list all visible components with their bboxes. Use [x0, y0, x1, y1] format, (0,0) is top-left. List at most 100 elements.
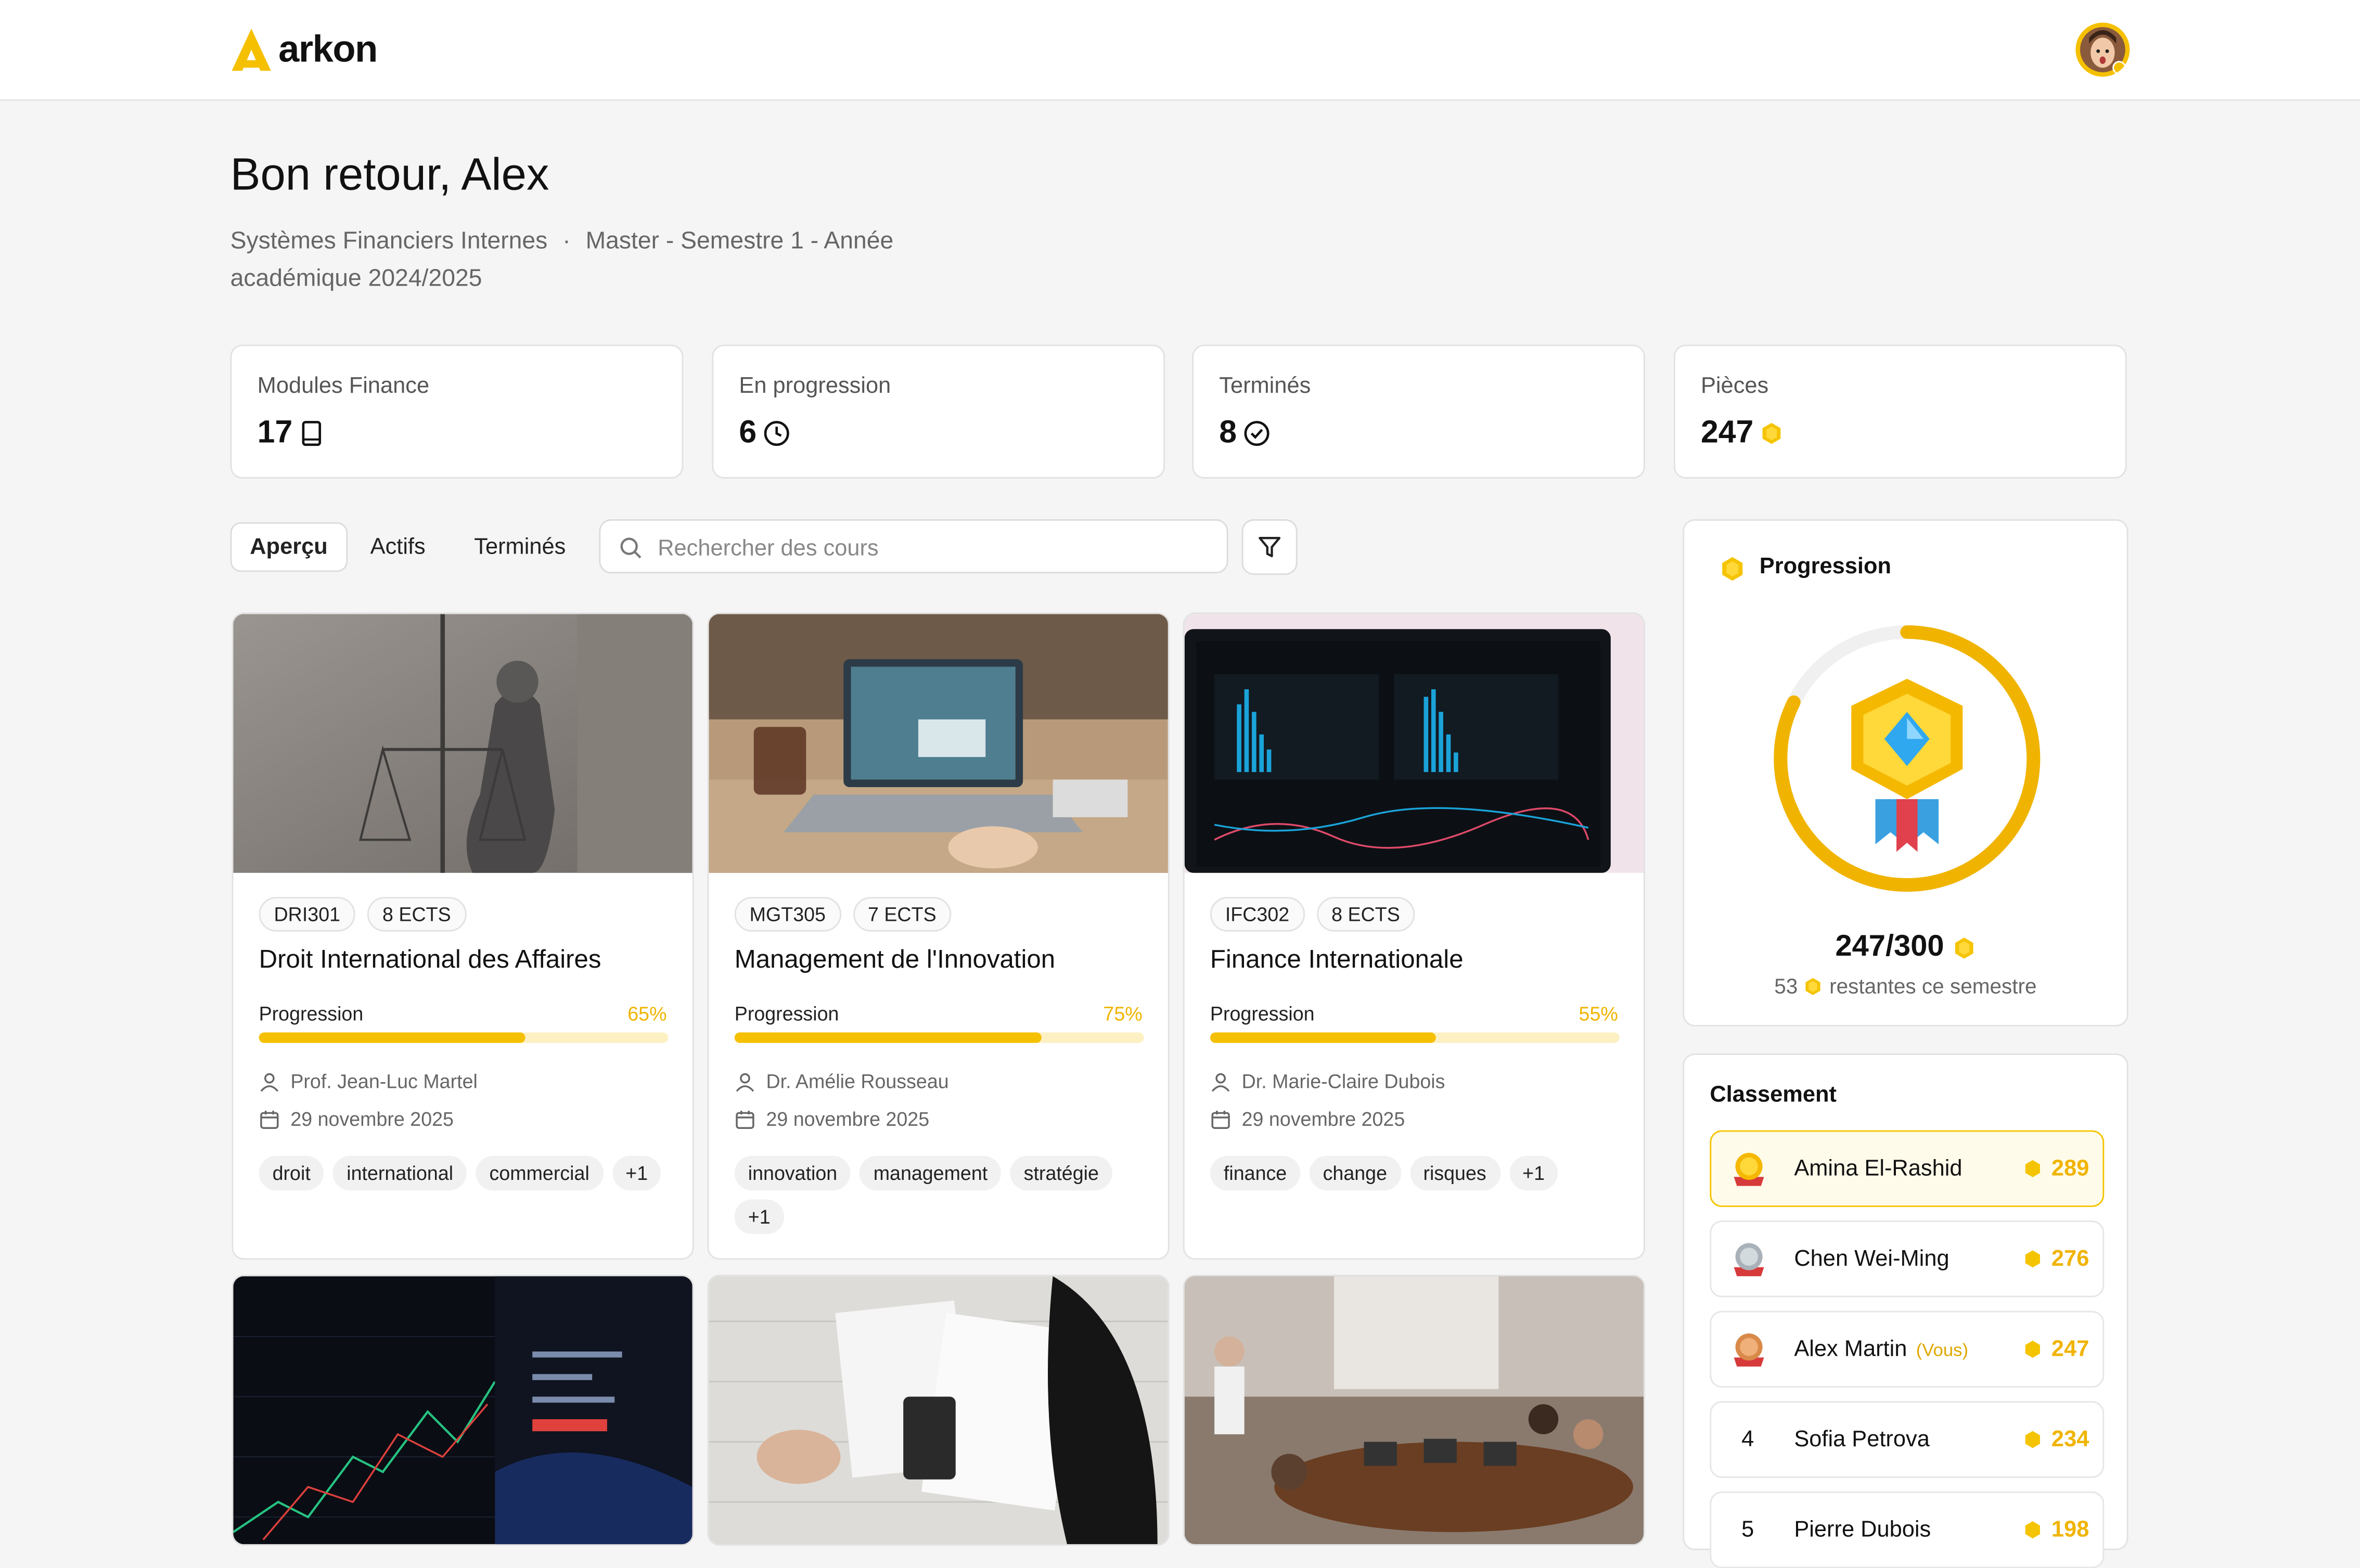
progress-bar-fill — [259, 1032, 525, 1043]
course-card[interactable] — [707, 1275, 1170, 1546]
remaining-coins: 53 restantes ce semestre — [1684, 974, 2127, 998]
course-card[interactable] — [1183, 1275, 1645, 1546]
course-card[interactable]: DRI301 8 ECTS Droit International des Af… — [232, 612, 694, 1260]
tag[interactable]: international — [333, 1155, 467, 1191]
remaining-text: restantes ce semestre — [1829, 973, 2037, 998]
score-value: 247/300 — [1835, 930, 1944, 963]
search-input[interactable] — [655, 520, 1218, 575]
tag[interactable]: commercial — [476, 1155, 603, 1191]
course-date: 29 novembre 2025 — [1241, 1108, 1405, 1130]
page-root: arkon Bon retour, Alex Systèmes Financie… — [0, 0, 2360, 1568]
leaderboard-panel: Classement Amina El-Rashid 289 Chen Wei-… — [1683, 1053, 2128, 1568]
stat-number: 6 — [739, 415, 757, 450]
user-icon — [736, 1072, 754, 1091]
leaderboard-name: Chen Wei-Ming — [1794, 1246, 1949, 1272]
tag[interactable]: risques — [1409, 1155, 1500, 1191]
course-image-meeting-room — [1184, 1276, 1644, 1545]
filter-icon — [1259, 537, 1281, 558]
tag-more[interactable]: +1 — [1509, 1155, 1559, 1191]
points-value: 198 — [2051, 1517, 2089, 1543]
brand-logo[interactable]: arkon — [230, 27, 378, 72]
stat-card-modules: Modules Finance 17 — [230, 344, 684, 479]
instructor-name: Prof. Jean-Luc Martel — [290, 1070, 478, 1093]
page-title: Bon retour, Alex — [230, 150, 549, 200]
progression-score: 247/300 — [1684, 930, 2127, 965]
points-value: 234 — [2051, 1426, 2089, 1453]
tag[interactable]: finance — [1210, 1155, 1301, 1191]
tag[interactable]: innovation — [734, 1155, 851, 1191]
course-date: 29 novembre 2025 — [290, 1108, 454, 1130]
leaderboard-row[interactable]: Amina El-Rashid 289 — [1710, 1130, 2105, 1207]
leaderboard-row-current-user[interactable]: Alex Martin (Vous) 247 — [1710, 1310, 2105, 1388]
tag[interactable]: management — [860, 1155, 1002, 1191]
leaderboard-points: 289 — [2023, 1156, 2089, 1181]
course-badges: DRI301 8 ECTS — [259, 897, 466, 932]
course-code-badge: DRI301 — [259, 897, 355, 932]
date-row: 29 novembre 2025 — [259, 1108, 454, 1130]
progress-bar — [1210, 1032, 1620, 1043]
medal-badge-icon — [1851, 678, 1963, 852]
course-image-justice-statue — [233, 614, 692, 873]
ects-badge: 8 ECTS — [1316, 897, 1415, 932]
filter-button[interactable] — [1241, 519, 1298, 575]
coin-icon — [1954, 936, 1973, 958]
course-image-analytics-screen — [1184, 614, 1644, 873]
progress-bar-fill — [734, 1032, 1042, 1043]
leaderboard-points: 198 — [2023, 1517, 2089, 1543]
book-icon — [302, 421, 322, 446]
course-badges: IFC302 8 ECTS — [1210, 897, 1415, 932]
progress-label: Progression — [1210, 1002, 1315, 1025]
course-image-laptop-desk — [709, 614, 1168, 873]
progress-percent: 55% — [1579, 1002, 1618, 1025]
course-tags: innovation management stratégie +1 — [734, 1155, 1156, 1235]
tag[interactable]: stratégie — [1010, 1155, 1112, 1191]
separator-dot: · — [562, 228, 571, 254]
leaderboard-row[interactable]: Chen Wei-Ming 276 — [1710, 1220, 2105, 1297]
course-code-badge: IFC302 — [1210, 897, 1305, 932]
brand-name: arkon — [278, 28, 378, 70]
leaderboard-row[interactable]: 4 Sofia Petrova 234 — [1710, 1401, 2105, 1478]
course-card[interactable] — [232, 1275, 694, 1546]
user-avatar[interactable] — [2075, 22, 2130, 77]
tab-active[interactable]: Actifs — [352, 522, 444, 572]
leaderboard-name: Alex Martin (Vous) — [1794, 1336, 1968, 1362]
course-tags: finance change risques +1 — [1210, 1155, 1632, 1191]
tag-more[interactable]: +1 — [612, 1155, 662, 1191]
stat-value: 8 — [1219, 415, 1269, 451]
stat-number: 247 — [1700, 415, 1754, 450]
progress-bar — [259, 1032, 669, 1043]
progress-label: Progression — [259, 1002, 364, 1025]
coin-icon — [2025, 1250, 2040, 1268]
progress-ring — [1774, 625, 2041, 892]
date-row: 29 novembre 2025 — [1210, 1108, 1405, 1130]
course-card[interactable]: MGT305 7 ECTS Management de l'Innovation… — [707, 612, 1170, 1260]
search-icon — [620, 537, 642, 559]
stat-value: 247 — [1701, 415, 1784, 451]
tag[interactable]: droit — [259, 1155, 324, 1191]
gold-medal-icon — [1734, 1152, 1764, 1186]
tab-completed[interactable]: Terminés — [456, 522, 584, 572]
instructor-name: Dr. Marie-Claire Dubois — [1241, 1070, 1445, 1093]
instructor-row: Dr. Amélie Rousseau — [735, 1070, 949, 1093]
leaderboard-name: Pierre Dubois — [1794, 1517, 1931, 1543]
course-badges: MGT305 7 ECTS — [734, 897, 952, 932]
course-title: Management de l'Innovation — [734, 945, 1056, 974]
coin-icon — [2025, 1341, 2040, 1358]
ects-badge: 8 ECTS — [367, 897, 466, 932]
user-icon — [260, 1072, 279, 1091]
course-tags: droit international commercial +1 — [259, 1155, 681, 1191]
course-card[interactable]: IFC302 8 ECTS Finance Internationale Pro… — [1183, 612, 1645, 1260]
course-image-trading-chart — [233, 1276, 692, 1545]
calendar-icon — [260, 1110, 279, 1128]
progress-percent: 75% — [1103, 1002, 1143, 1025]
stat-label: Modules Finance — [257, 373, 430, 399]
instructor-row: Prof. Jean-Luc Martel — [259, 1070, 478, 1093]
user-icon — [1211, 1072, 1230, 1091]
tab-overview[interactable]: Aperçu — [230, 522, 348, 572]
leaderboard-title: Classement — [1710, 1082, 1837, 1108]
tag[interactable]: change — [1309, 1155, 1401, 1191]
tag-more[interactable]: +1 — [734, 1199, 784, 1235]
leaderboard-points: 276 — [2023, 1246, 2089, 1272]
leaderboard-row[interactable]: 5 Pierre Dubois 198 — [1710, 1491, 2105, 1568]
program-subtitle: Systèmes Financiers Internes · Master - Se… — [230, 223, 953, 298]
